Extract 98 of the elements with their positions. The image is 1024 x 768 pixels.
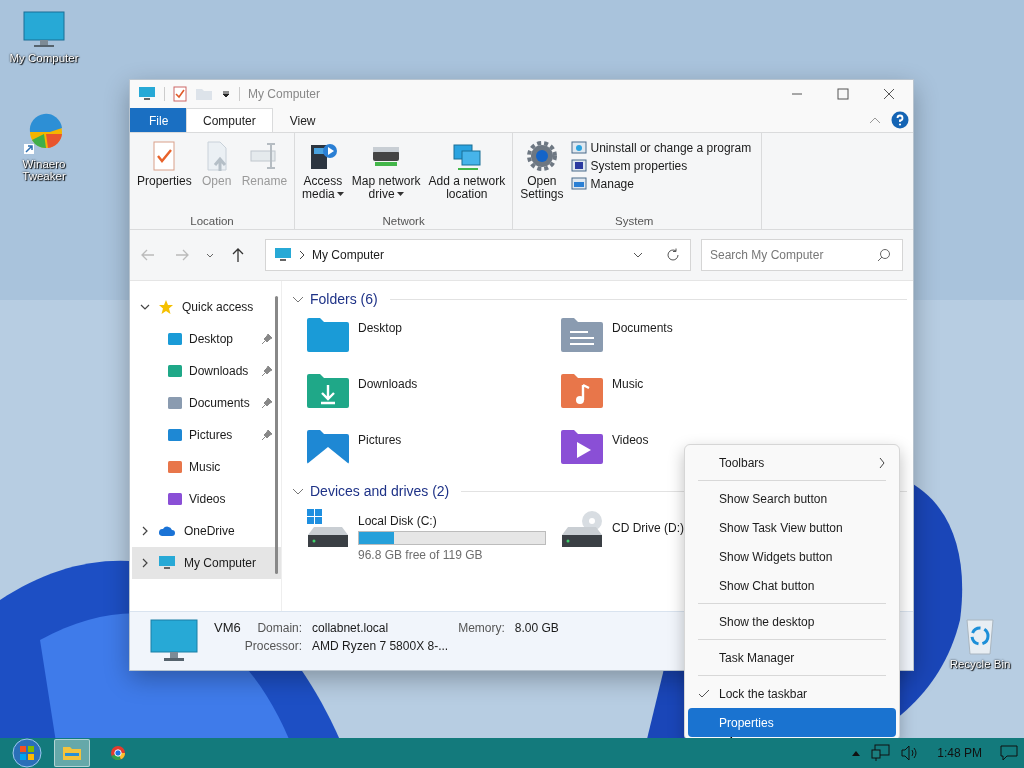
menu-item[interactable]: Show the desktop <box>688 607 896 636</box>
tree-item[interactable]: Videos <box>132 483 281 515</box>
group-label: System <box>614 215 655 227</box>
detail-label: Memory: <box>458 621 505 635</box>
up-arrow-icon[interactable] <box>230 247 246 263</box>
chevron-icon <box>140 302 150 312</box>
tree-item[interactable]: Quick access <box>132 291 281 323</box>
drive-label[interactable]: CD Drive (D:) <box>612 509 684 535</box>
help-icon[interactable] <box>891 111 909 129</box>
folder-label[interactable]: Music <box>612 373 644 391</box>
search-field[interactable]: Search My Computer <box>701 239 903 271</box>
hard-drive-icon[interactable] <box>306 509 350 549</box>
menu-item[interactable]: Show Task View button <box>688 513 896 542</box>
window-icon <box>570 141 587 155</box>
detail-label: Processor: <box>244 639 303 653</box>
folder-label[interactable]: Pictures <box>358 429 402 447</box>
drive-label[interactable]: Local Disk (C:) <box>358 510 546 528</box>
ribbon-button[interactable]: Manage <box>570 177 752 191</box>
folder-label[interactable]: Videos <box>612 429 649 447</box>
menu-item[interactable]: Toolbars <box>688 448 896 477</box>
tree-item[interactable]: Downloads <box>132 355 281 387</box>
chevron-up-icon[interactable] <box>851 749 862 757</box>
detail-label: Domain: <box>256 621 303 635</box>
pin-icon[interactable] <box>261 365 273 377</box>
caret-icon <box>336 192 344 198</box>
folder-taskbar-button[interactable] <box>54 739 90 767</box>
pin-icon[interactable] <box>261 397 273 409</box>
tree-item[interactable]: Pictures <box>132 419 281 451</box>
address-bar[interactable]: My Computer <box>265 239 691 271</box>
window-icon <box>570 177 587 191</box>
window-icon <box>570 159 587 173</box>
checklist-icon[interactable] <box>173 86 187 102</box>
tree-item[interactable]: OneDrive <box>132 515 281 547</box>
clock[interactable]: 1:48 PM <box>937 746 982 760</box>
chevron-right-icon <box>298 250 306 260</box>
ribbon-tab[interactable]: File <box>130 108 186 132</box>
network-icon[interactable] <box>871 744 892 762</box>
menu-item[interactable]: Lock the taskbar <box>688 679 896 708</box>
menu-item[interactable]: Properties <box>688 708 896 737</box>
folder-label[interactable]: Documents <box>612 317 673 335</box>
menu-item[interactable]: Show Widgets button <box>688 542 896 571</box>
menu-item[interactable]: Show Search button <box>688 484 896 513</box>
chevron-icon <box>140 526 150 536</box>
chevron-icon[interactable] <box>292 294 304 304</box>
chevron-down-icon[interactable] <box>632 250 644 260</box>
caret-icon <box>396 192 404 198</box>
maximize-icon[interactable] <box>837 88 849 100</box>
tree-item[interactable]: Music <box>132 451 281 483</box>
ribbon-button[interactable]: Map network drive <box>348 137 424 203</box>
scrollbar-thumb[interactable] <box>275 296 278 574</box>
detail-value: AMD Ryzen 7 5800X 8-... <box>312 639 449 653</box>
ribbon-tab[interactable]: View <box>272 108 333 132</box>
tree-item[interactable]: Documents <box>132 387 281 419</box>
monitor-icon[interactable] <box>22 10 66 50</box>
detail-value: collabnet.local <box>312 621 390 635</box>
close-icon[interactable] <box>883 88 895 100</box>
ribbon-button[interactable]: Uninstall or change a program <box>570 141 752 155</box>
ribbon-button[interactable]: Access media <box>299 137 347 203</box>
group-label: Network <box>381 215 426 227</box>
ribbon-button[interactable]: Properties <box>134 137 195 190</box>
monitor-icon <box>158 555 176 571</box>
free-space-text: 96.8 GB free of 119 GB <box>358 548 484 562</box>
ribbon-button[interactable]: System properties <box>570 159 752 173</box>
disc-drive-icon[interactable] <box>560 509 604 549</box>
group-label: Location <box>189 215 235 227</box>
section-heading: Devices and drives (2) <box>310 483 450 499</box>
tree-item[interactable]: Desktop <box>132 323 281 355</box>
detail-value: 8.00 GB <box>514 621 559 635</box>
folder-label[interactable]: Downloads <box>358 373 418 391</box>
start-button[interactable] <box>10 738 44 768</box>
tree-item[interactable]: My Computer <box>132 547 281 579</box>
window-title: My Computer <box>248 87 321 101</box>
star-icon <box>158 299 174 315</box>
speaker-icon[interactable] <box>901 745 920 761</box>
menu-item[interactable]: Task Manager <box>688 643 896 672</box>
refresh-icon[interactable] <box>666 248 680 262</box>
ribbon-button[interactable]: Open Settings <box>517 137 567 203</box>
folder-label[interactable]: Desktop <box>358 317 403 335</box>
pin-icon[interactable] <box>261 333 273 345</box>
computer-name: VM6 <box>214 620 241 635</box>
ribbon-button[interactable]: Add a network location <box>425 137 509 203</box>
cloud-icon <box>158 525 176 537</box>
browser-icon <box>110 745 126 761</box>
collapse-ribbon-icon[interactable] <box>869 116 881 124</box>
monitor-icon <box>150 619 198 663</box>
chevron-right-icon <box>878 457 886 469</box>
chevron-icon <box>140 558 150 568</box>
dropdown-icon[interactable] <box>221 89 231 99</box>
monitor-icon <box>274 247 292 263</box>
chevron-icon[interactable] <box>292 486 304 496</box>
pin-icon[interactable] <box>261 429 273 441</box>
search-icon <box>877 248 891 262</box>
monitor-icon <box>138 86 156 102</box>
ribbon-tab[interactable]: Computer <box>186 108 273 132</box>
section-heading: Folders (6) <box>310 291 378 307</box>
notification-icon[interactable] <box>1000 745 1018 761</box>
menu-item[interactable]: Show Chat button <box>688 571 896 600</box>
gear-icon <box>524 139 559 173</box>
